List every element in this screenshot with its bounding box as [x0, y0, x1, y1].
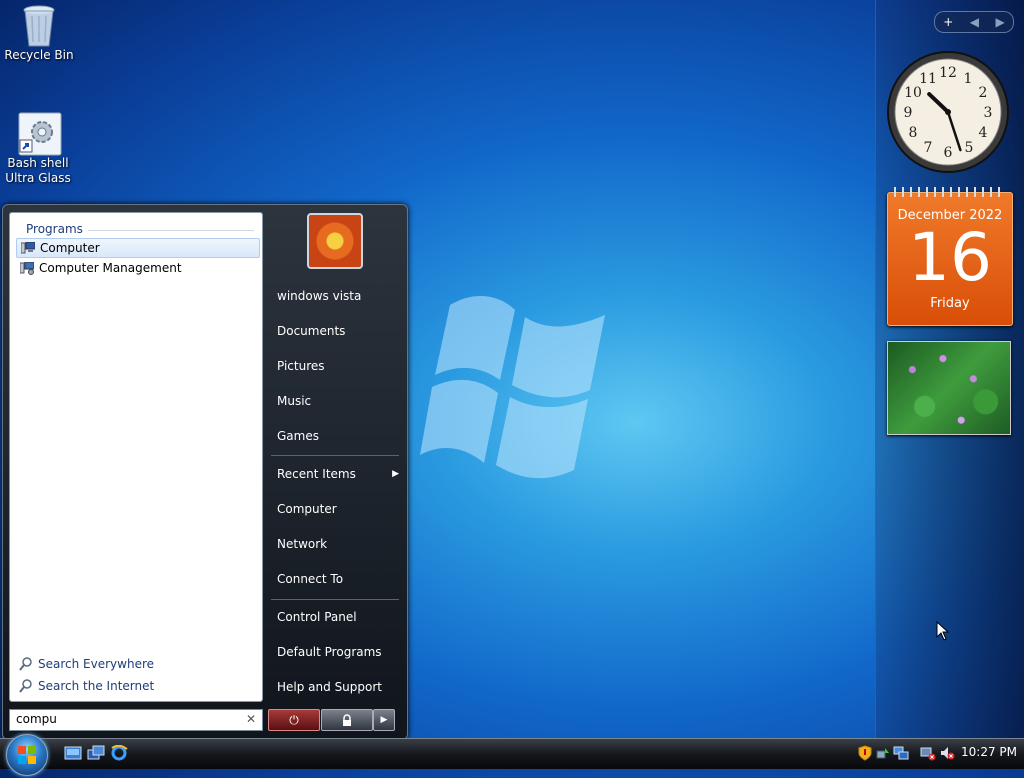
- submenu-arrow-icon: ▶: [392, 469, 399, 479]
- power-button[interactable]: ⏻: [268, 709, 320, 731]
- start-menu-separator: [271, 599, 399, 600]
- svg-text:10: 10: [904, 85, 922, 101]
- svg-text:11: 11: [919, 71, 937, 87]
- clear-search-icon[interactable]: ✕: [246, 712, 256, 726]
- svg-text:9: 9: [904, 105, 913, 121]
- user-avatar[interactable]: [307, 213, 363, 269]
- programs-divider: [88, 230, 254, 231]
- start-item-pictures[interactable]: Pictures: [273, 353, 403, 379]
- svg-text:5: 5: [965, 140, 974, 156]
- safely-remove-hardware-icon[interactable]: [875, 745, 891, 761]
- start-item-help-support[interactable]: Help and Support: [273, 674, 403, 700]
- desktop-icon-bash-shell[interactable]: Bash shell Ultra Glass: [3, 112, 73, 186]
- sidebar-prev-button[interactable]: ◀: [970, 15, 979, 29]
- lock-button[interactable]: [321, 709, 373, 731]
- slideshow-gadget[interactable]: [887, 341, 1011, 435]
- desktop-icon-label: Recycle Bin: [4, 48, 74, 62]
- start-item-network[interactable]: Network: [273, 531, 403, 557]
- search-icon: [19, 679, 32, 693]
- svg-text:2: 2: [979, 85, 988, 101]
- mouse-pointer-icon: [936, 621, 950, 641]
- calendar-rings: [894, 187, 1006, 197]
- start-item-control-panel[interactable]: Control Panel: [273, 604, 403, 630]
- arrow-right-icon: ▶: [380, 715, 388, 725]
- recent-items-label: Recent Items: [277, 467, 356, 481]
- start-menu-results-pane: Programs Computer Computer Management Se…: [9, 212, 263, 702]
- recycle-bin-icon: [19, 4, 59, 47]
- show-desktop-icon[interactable]: [64, 745, 82, 761]
- clock-gadget[interactable]: 12 12 345 678 91011: [886, 50, 1010, 174]
- svg-text:12: 12: [939, 65, 957, 81]
- svg-text:6: 6: [944, 145, 953, 161]
- computer-icon: [21, 241, 35, 253]
- windows-logo-watermark: [420, 295, 605, 479]
- program-item-label: Computer Management: [39, 261, 182, 275]
- switch-windows-icon[interactable]: [87, 745, 105, 761]
- calendar-gadget[interactable]: December 2022 16 Friday: [887, 187, 1013, 326]
- start-item-documents[interactable]: Documents: [273, 318, 403, 344]
- windows-flag-icon: [18, 746, 36, 764]
- start-menu: Programs Computer Computer Management Se…: [2, 204, 408, 740]
- start-search-input[interactable]: [10, 710, 226, 728]
- desktop-icon-label-line1: Bash shell: [7, 156, 69, 170]
- security-shield-icon[interactable]: [857, 745, 873, 761]
- start-item-connect-to[interactable]: Connect To: [273, 566, 403, 592]
- start-orb-button[interactable]: [6, 734, 48, 776]
- network-disconnected-icon[interactable]: [920, 745, 936, 761]
- program-item-computer-management[interactable]: Computer Management: [16, 259, 258, 277]
- calendar-weekday: Friday: [930, 296, 970, 311]
- svg-text:1: 1: [964, 71, 973, 87]
- program-item-label: Computer: [40, 241, 100, 255]
- sidebar-next-button[interactable]: ▶: [996, 15, 1005, 29]
- svg-text:8: 8: [909, 125, 918, 141]
- shortcut-gear-icon: [18, 112, 62, 156]
- start-item-recent-items[interactable]: Recent Items ▶: [273, 461, 403, 487]
- sidebar-controls: + ◀ ▶: [934, 11, 1014, 33]
- volume-muted-icon[interactable]: [939, 745, 955, 761]
- desktop-icon-recycle-bin[interactable]: Recycle Bin: [4, 4, 74, 63]
- search-everywhere-link[interactable]: Search Everywhere: [18, 657, 154, 671]
- power-icon: ⏻: [289, 712, 299, 727]
- desktop-icon-label-line2: Ultra Glass: [5, 171, 71, 185]
- start-item-computer[interactable]: Computer: [273, 496, 403, 522]
- svg-text:4: 4: [979, 125, 988, 141]
- taskbar-clock[interactable]: 10:27 PM: [961, 745, 1017, 759]
- start-item-user-folder[interactable]: windows vista: [273, 283, 403, 309]
- start-item-games[interactable]: Games: [273, 423, 403, 449]
- search-icon: [19, 657, 32, 671]
- internet-explorer-icon[interactable]: [110, 745, 128, 761]
- search-internet-link[interactable]: Search the Internet: [18, 679, 154, 693]
- shutdown-options-button[interactable]: ▶: [373, 709, 395, 731]
- taskbar: 10:27 PM: [0, 734, 1024, 776]
- svg-text:7: 7: [924, 140, 933, 156]
- start-item-music[interactable]: Music: [273, 388, 403, 414]
- start-menu-separator: [271, 455, 399, 456]
- search-everywhere-label: Search Everywhere: [38, 657, 154, 671]
- lock-icon: [343, 714, 351, 726]
- search-internet-label: Search the Internet: [38, 679, 155, 693]
- programs-header: Programs: [26, 222, 83, 236]
- sidebar-add-gadget-button[interactable]: +: [943, 15, 953, 29]
- computer-management-icon: [20, 261, 34, 275]
- program-item-computer[interactable]: Computer: [16, 238, 260, 258]
- calendar-day: 16: [908, 219, 992, 296]
- svg-text:3: 3: [984, 105, 993, 121]
- network-icon[interactable]: [893, 745, 909, 761]
- start-search-box: ✕: [9, 709, 263, 731]
- start-item-default-programs[interactable]: Default Programs: [273, 639, 403, 665]
